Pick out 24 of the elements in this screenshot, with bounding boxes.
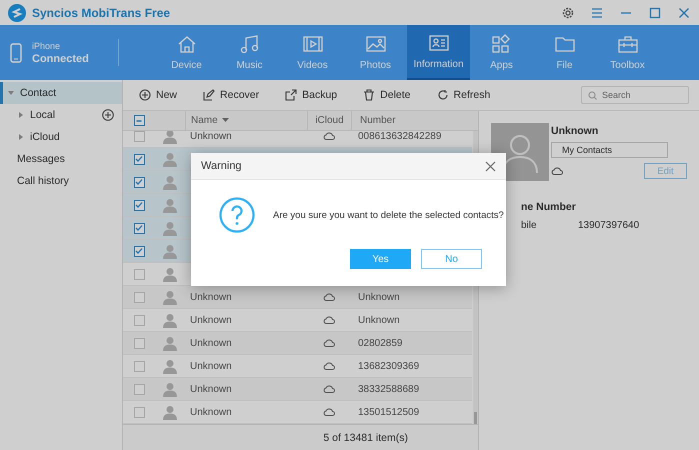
contact-number: 13501512509 bbox=[358, 406, 420, 418]
contact-name: Unknown bbox=[190, 406, 232, 418]
contact-number: Unknown bbox=[358, 292, 400, 302]
contact-name: Unknown bbox=[190, 384, 232, 394]
contact-number: Unknown bbox=[358, 314, 400, 326]
contact-number: 13682309369 bbox=[358, 360, 420, 372]
window-title: Syncios MobiTrans Free bbox=[32, 6, 170, 20]
contact-name: Unknown bbox=[190, 292, 232, 302]
dialog-message: Are you sure you want to delete the selected contacts? bbox=[273, 210, 504, 220]
item-count: 5 of 13481 item(s) bbox=[323, 432, 408, 444]
contact-name: Unknown bbox=[190, 314, 232, 326]
phone-number: 13907397640 bbox=[578, 220, 640, 231]
contact-number: 008613632842289 bbox=[358, 131, 442, 142]
contact-number: 02802859 bbox=[358, 338, 402, 348]
contact-name: Unknown bbox=[551, 125, 600, 137]
dialog-title: Warning bbox=[201, 160, 242, 172]
device-name: iPhone bbox=[32, 40, 62, 50]
contact-number: 38332588689 bbox=[358, 384, 420, 394]
section-heading: ne Number bbox=[520, 201, 577, 213]
device-status: Connected bbox=[32, 52, 89, 64]
phone-label: bile bbox=[521, 220, 538, 231]
contact-name: Unknown bbox=[190, 131, 232, 142]
contact-name: Unknown bbox=[190, 360, 232, 372]
contact-name: Unknown bbox=[190, 338, 232, 348]
